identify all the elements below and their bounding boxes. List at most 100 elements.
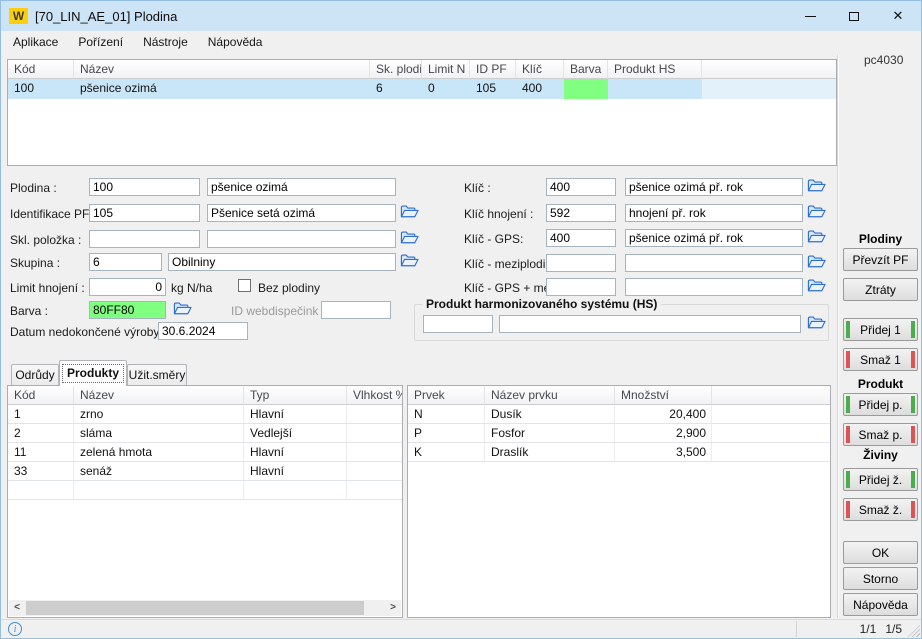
products-table-row[interactable]: 33 senáž Hlavní	[8, 462, 402, 481]
scroll-left-icon[interactable]: <	[9, 600, 25, 616]
cell-nazev: pšenice ozimá	[74, 79, 370, 99]
products-table-row[interactable]: 11 zelená hmota Hlavní	[8, 443, 402, 462]
tab-produkty[interactable]: Produkty	[59, 360, 127, 386]
cell-nazev: zrno	[74, 405, 244, 424]
barva-hex-input[interactable]	[89, 301, 166, 319]
pridej-p-button[interactable]: Přidej p.	[843, 393, 918, 416]
datum-nedokoncene-vyroby-label: Datum nedokončené výroby:	[10, 325, 163, 339]
open-folder-icon[interactable]	[400, 204, 419, 220]
smaz-p-button[interactable]: Smaž p.	[843, 423, 918, 446]
delete-indicator-bar	[911, 501, 915, 518]
nutrients-table-row[interactable]: P Fosfor 2,900	[408, 424, 830, 443]
skl-polozka-code-input[interactable]	[89, 230, 200, 248]
skl-polozka-name-input[interactable]	[207, 230, 396, 248]
klic-meziplodina-name-input[interactable]	[625, 254, 803, 272]
identifikace-pf-code-input[interactable]	[89, 204, 200, 222]
klic-gps-name-input[interactable]	[625, 229, 803, 247]
prevzit-pf-button[interactable]: Převzít PF	[843, 248, 918, 271]
open-folder-icon[interactable]	[400, 253, 419, 269]
cell-mnozstvi: 3,500	[615, 443, 712, 462]
identifikace-pf-name-input[interactable]	[207, 204, 396, 222]
produkt-section-label: Produkt	[843, 377, 918, 391]
produkt-hs-code-input[interactable]	[423, 315, 493, 333]
crops-table-selected-row[interactable]: 100 pšenice ozimá 6 0 105 400	[8, 79, 836, 99]
plodina-name-input[interactable]	[207, 178, 396, 196]
minimize-button[interactable]	[793, 1, 827, 31]
products-table: Kód Název Typ Vlhkost % 1 zrno Hlavní 2 …	[7, 385, 403, 618]
smaz-z-button[interactable]: Smaž ž.	[843, 498, 918, 521]
products-table-row[interactable]: 1 zrno Hlavní	[8, 405, 402, 424]
menu-item-nastroje[interactable]: Nástroje	[133, 31, 198, 53]
klic-meziplodina-code-input[interactable]	[546, 254, 616, 272]
column-header-produkt-hs: Produkt HS	[608, 60, 702, 79]
plodina-code-input[interactable]	[89, 178, 200, 196]
scroll-right-icon[interactable]: >	[385, 600, 401, 616]
ztraty-button[interactable]: Ztráty	[843, 278, 918, 301]
horizontal-scrollbar[interactable]: < >	[9, 600, 401, 616]
cell-klic: 400	[516, 79, 564, 99]
skupina-code-input[interactable]	[89, 253, 162, 271]
id-webdispecink-input[interactable]	[321, 301, 391, 319]
menu-item-porizeni[interactable]: Pořízení	[68, 31, 133, 53]
record-indicator: 1/1	[860, 622, 877, 636]
klic-gps-code-input[interactable]	[546, 229, 616, 247]
close-button[interactable]: ✕	[881, 1, 915, 31]
products-table-row[interactable]: 2 sláma Vedlejší	[8, 424, 402, 443]
ok-button[interactable]: OK	[843, 541, 918, 564]
open-folder-icon[interactable]	[807, 278, 826, 294]
menu-item-aplikace[interactable]: Aplikace	[3, 31, 68, 53]
klic-gps-meziplodina-name-input[interactable]	[625, 278, 803, 296]
klic-hnojeni-code-input[interactable]	[546, 204, 616, 222]
storno-button[interactable]: Storno	[843, 567, 918, 590]
cell-typ: Vedlejší	[244, 424, 347, 443]
info-icon: i	[8, 622, 22, 636]
open-folder-icon[interactable]	[807, 178, 826, 194]
column-header-id-pf: ID PF	[470, 60, 516, 79]
skupina-name-input[interactable]	[168, 253, 396, 271]
nutrients-table-row[interactable]: K Draslík 3,500	[408, 443, 830, 462]
cell-id-pf: 105	[470, 79, 516, 99]
tab-uzit-smery[interactable]: Užit.směry	[127, 364, 187, 385]
smaz-1-button[interactable]: Smaž 1	[843, 348, 918, 371]
resize-grip-icon[interactable]	[908, 625, 920, 637]
products-table-row[interactable]	[8, 481, 402, 500]
open-folder-icon[interactable]	[807, 229, 826, 245]
open-folder-icon[interactable]	[807, 204, 826, 220]
pridej-1-button[interactable]: Přidej 1	[843, 318, 918, 341]
delete-indicator-bar	[846, 501, 850, 518]
open-folder-icon[interactable]	[173, 301, 192, 317]
delete-indicator-bar	[911, 351, 915, 368]
cell-nazev: sláma	[74, 424, 244, 443]
klic-code-input[interactable]	[546, 178, 616, 196]
cell-produkt-hs	[608, 79, 702, 99]
plodiny-section-label: Plodiny	[843, 232, 918, 246]
datum-nedokoncene-vyroby-input[interactable]	[158, 322, 248, 340]
menu-item-napoveda[interactable]: Nápověda	[198, 31, 273, 53]
produkt-hs-name-input[interactable]	[499, 315, 801, 333]
computer-name-label: pc4030	[864, 53, 903, 67]
limit-hnojeni-input[interactable]	[89, 278, 166, 296]
cell-vlhkost	[347, 481, 402, 500]
smaz-1-label: Smaž 1	[860, 353, 901, 367]
nutrients-table-row[interactable]: N Dusík 20,400	[408, 405, 830, 424]
cell-typ	[244, 481, 347, 500]
tab-odrudy[interactable]: Odrůdy	[11, 364, 59, 385]
klic-gps-meziplodina-code-input[interactable]	[546, 278, 616, 296]
cell-nazev-prvku: Dusík	[485, 405, 615, 424]
maximize-button[interactable]	[837, 1, 871, 31]
crops-table-header: Kód Název Sk. plodin Limit N ID PF Klíč …	[8, 60, 836, 79]
cell-kod: 33	[8, 462, 74, 481]
crops-table: Kód Název Sk. plodin Limit N ID PF Klíč …	[7, 59, 837, 166]
klic-name-input[interactable]	[625, 178, 803, 196]
scrollbar-thumb[interactable]	[26, 601, 364, 615]
column-header-vlhkost: Vlhkost %	[347, 386, 402, 405]
open-folder-icon[interactable]	[400, 230, 419, 246]
bez-plodiny-checkbox[interactable]	[238, 279, 251, 292]
open-folder-icon[interactable]	[807, 254, 826, 270]
klic-hnojeni-name-input[interactable]	[625, 204, 803, 222]
produkt-hs-group-title: Produkt harmonizovaného systému (HS)	[422, 297, 661, 311]
napoveda-button[interactable]: Nápověda	[843, 593, 918, 616]
open-folder-icon[interactable]	[807, 315, 826, 331]
window-title: [70_LIN_AE_01] Plodina	[35, 9, 177, 24]
pridej-z-button[interactable]: Přidej ž.	[843, 468, 918, 491]
